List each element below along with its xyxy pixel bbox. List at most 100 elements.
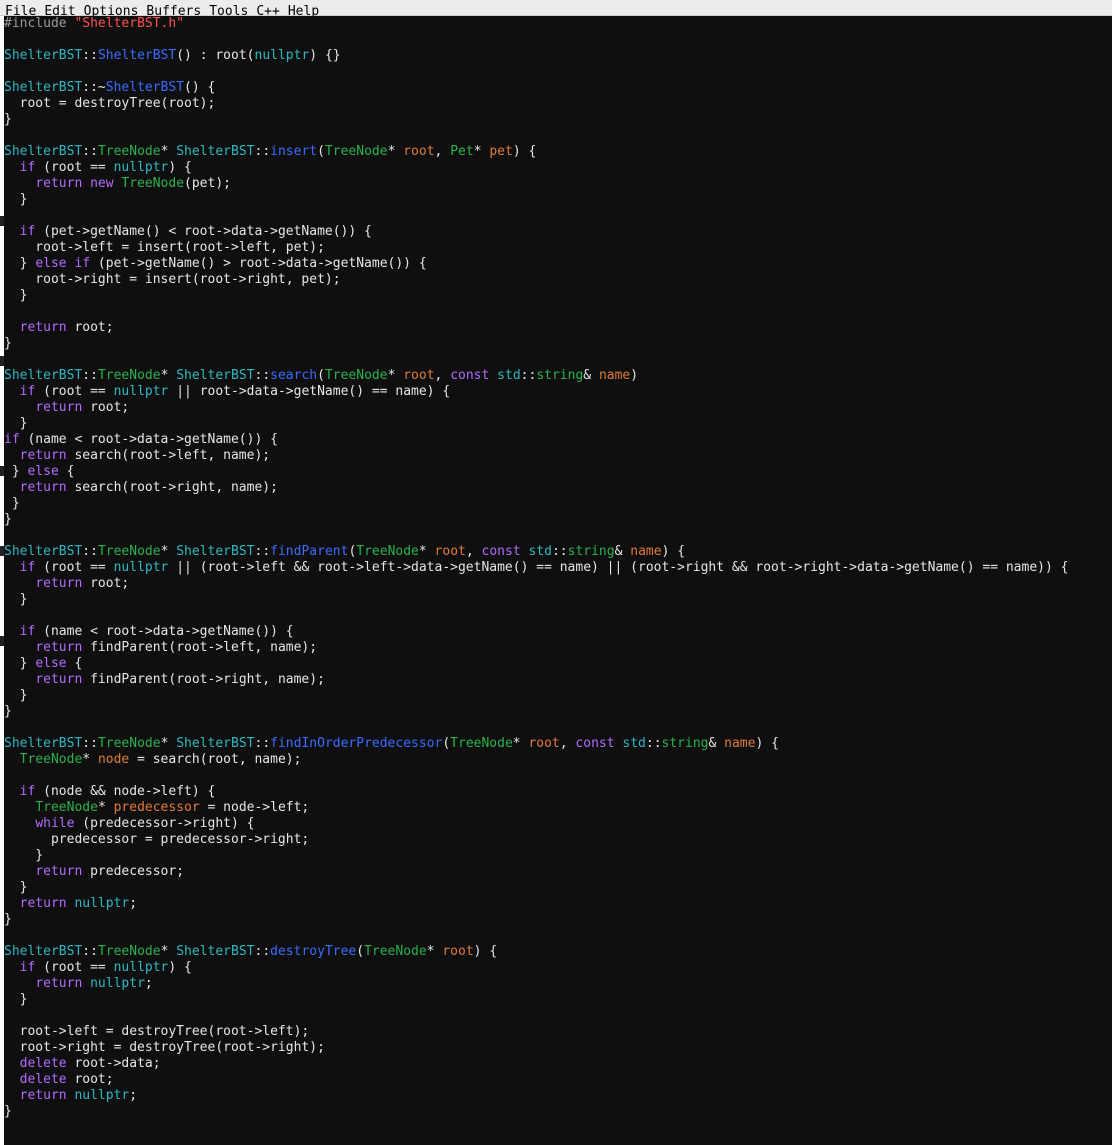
code-line[interactable]: } xyxy=(4,112,1112,128)
code-line[interactable]: return root; xyxy=(4,320,1112,336)
code-line[interactable]: } xyxy=(4,848,1112,864)
code-editor[interactable]: #include "ShelterBST.h"ShelterBST::Shelt… xyxy=(4,16,1112,1145)
code-token: (pet->getName() > root->data->getName())… xyxy=(90,256,427,271)
code-line[interactable]: if (root == nullptr || root->data->getNa… xyxy=(4,384,1112,400)
code-line[interactable]: root = destroyTree(root); xyxy=(4,96,1112,112)
code-token: root->left = insert(root->left, pet); xyxy=(4,240,325,255)
code-line[interactable]: root->right = insert(root->right, pet); xyxy=(4,272,1112,288)
code-line[interactable] xyxy=(4,64,1112,80)
code-line[interactable] xyxy=(4,32,1112,48)
code-line[interactable]: predecessor = predecessor->right; xyxy=(4,832,1112,848)
code-token: (pet->getName() < root->data->getName())… xyxy=(35,224,372,239)
code-token: , xyxy=(434,144,451,159)
code-token: } xyxy=(4,992,28,1007)
code-line[interactable]: } xyxy=(4,1104,1112,1120)
code-token: & xyxy=(583,368,599,383)
code-token: :: xyxy=(82,48,98,63)
source-code[interactable]: #include "ShelterBST.h"ShelterBST::Shelt… xyxy=(4,16,1112,1120)
code-token: } xyxy=(4,416,28,431)
code-line[interactable]: return root; xyxy=(4,576,1112,592)
code-token: ::~ xyxy=(82,80,106,95)
code-line[interactable]: } xyxy=(4,336,1112,352)
code-line[interactable]: } xyxy=(4,880,1112,896)
code-line[interactable]: if (root == nullptr || (root->left && ro… xyxy=(4,560,1112,576)
code-token: ShelterBST xyxy=(176,144,255,159)
code-token: nullptr xyxy=(113,560,169,575)
code-line[interactable] xyxy=(4,352,1112,368)
code-line[interactable]: return findParent(root->right, name); xyxy=(4,672,1112,688)
code-line[interactable]: } else { xyxy=(4,464,1112,480)
code-line[interactable]: ShelterBST::TreeNode* ShelterBST::insert… xyxy=(4,144,1112,160)
code-line[interactable] xyxy=(4,608,1112,624)
code-line[interactable]: if (pet->getName() < root->data->getName… xyxy=(4,224,1112,240)
code-line[interactable]: } else { xyxy=(4,656,1112,672)
code-line[interactable]: while (predecessor->right) { xyxy=(4,816,1112,832)
code-line[interactable]: } xyxy=(4,704,1112,720)
code-line[interactable] xyxy=(4,928,1112,944)
code-token: * xyxy=(473,144,490,159)
code-line[interactable]: return nullptr; xyxy=(4,976,1112,992)
code-line[interactable]: #include "ShelterBST.h" xyxy=(4,16,1112,32)
code-line[interactable]: delete root; xyxy=(4,1072,1112,1088)
code-token: ShelterBST xyxy=(97,48,177,63)
code-line[interactable]: ShelterBST::TreeNode* ShelterBST::destro… xyxy=(4,944,1112,960)
code-line[interactable] xyxy=(4,528,1112,544)
code-line[interactable]: ShelterBST::TreeNode* ShelterBST::search… xyxy=(4,368,1112,384)
code-line[interactable]: root->left = destroyTree(root->left); xyxy=(4,1024,1112,1040)
code-line[interactable]: return root; xyxy=(4,400,1112,416)
code-token: name xyxy=(630,544,662,559)
code-token: findParent(root->left, name); xyxy=(82,640,318,655)
code-token: root->right = insert(root->right, pet); xyxy=(4,272,341,287)
code-line[interactable]: ShelterBST::ShelterBST() : root(nullptr)… xyxy=(4,48,1112,64)
code-line[interactable]: } xyxy=(4,512,1112,528)
code-line[interactable]: if (node && node->left) { xyxy=(4,784,1112,800)
code-token: || (root->left && root->left->data->getN… xyxy=(168,560,1069,575)
code-line[interactable]: return findParent(root->left, name); xyxy=(4,640,1112,656)
code-line[interactable] xyxy=(4,128,1112,144)
code-line[interactable]: if (root == nullptr) { xyxy=(4,160,1112,176)
code-line[interactable]: root->right = destroyTree(root->right); xyxy=(4,1040,1112,1056)
code-line[interactable] xyxy=(4,1008,1112,1024)
code-line[interactable]: TreeNode* node = search(root, name); xyxy=(4,752,1112,768)
code-line[interactable]: } xyxy=(4,496,1112,512)
code-line[interactable]: if (root == nullptr) { xyxy=(4,960,1112,976)
code-token: destroyTree xyxy=(270,944,357,959)
code-token: } xyxy=(4,192,28,207)
code-line[interactable] xyxy=(4,768,1112,784)
code-token: return xyxy=(35,976,91,991)
code-token: { xyxy=(58,464,75,479)
code-line[interactable] xyxy=(4,208,1112,224)
code-line[interactable]: } else if (pet->getName() > root->data->… xyxy=(4,256,1112,272)
code-line[interactable]: } xyxy=(4,592,1112,608)
code-token: if xyxy=(19,224,36,239)
code-line[interactable]: } xyxy=(4,912,1112,928)
code-line[interactable]: ShelterBST::~ShelterBST() { xyxy=(4,80,1112,96)
code-token: findParent(root->right, name); xyxy=(82,672,325,687)
code-line[interactable] xyxy=(4,720,1112,736)
code-line[interactable]: return nullptr; xyxy=(4,1088,1112,1104)
code-token: string xyxy=(661,736,709,751)
code-line[interactable]: ShelterBST::TreeNode* ShelterBST::findPa… xyxy=(4,544,1112,560)
code-token: node xyxy=(97,752,130,767)
code-line[interactable]: ShelterBST::TreeNode* ShelterBST::findIn… xyxy=(4,736,1112,752)
code-line[interactable]: if (name < root->data->getName()) { xyxy=(4,624,1112,640)
code-line[interactable]: } xyxy=(4,192,1112,208)
code-line[interactable]: delete root->data; xyxy=(4,1056,1112,1072)
code-line[interactable] xyxy=(4,304,1112,320)
code-line[interactable]: } xyxy=(4,288,1112,304)
code-line[interactable]: if (name < root->data->getName()) { xyxy=(4,432,1112,448)
code-line[interactable]: root->left = insert(root->left, pet); xyxy=(4,240,1112,256)
code-line[interactable]: return search(root->left, name); xyxy=(4,448,1112,464)
code-line[interactable]: return predecessor; xyxy=(4,864,1112,880)
code-line[interactable]: TreeNode* predecessor = node->left; xyxy=(4,800,1112,816)
code-token: root = destroyTree(root); xyxy=(4,96,216,111)
code-line[interactable]: } xyxy=(4,992,1112,1008)
code-line[interactable]: return search(root->right, name); xyxy=(4,480,1112,496)
code-line[interactable]: return nullptr; xyxy=(4,896,1112,912)
code-line[interactable]: } xyxy=(4,416,1112,432)
code-line[interactable]: return new TreeNode(pet); xyxy=(4,176,1112,192)
code-line[interactable]: } xyxy=(4,688,1112,704)
code-token: return xyxy=(35,640,83,655)
